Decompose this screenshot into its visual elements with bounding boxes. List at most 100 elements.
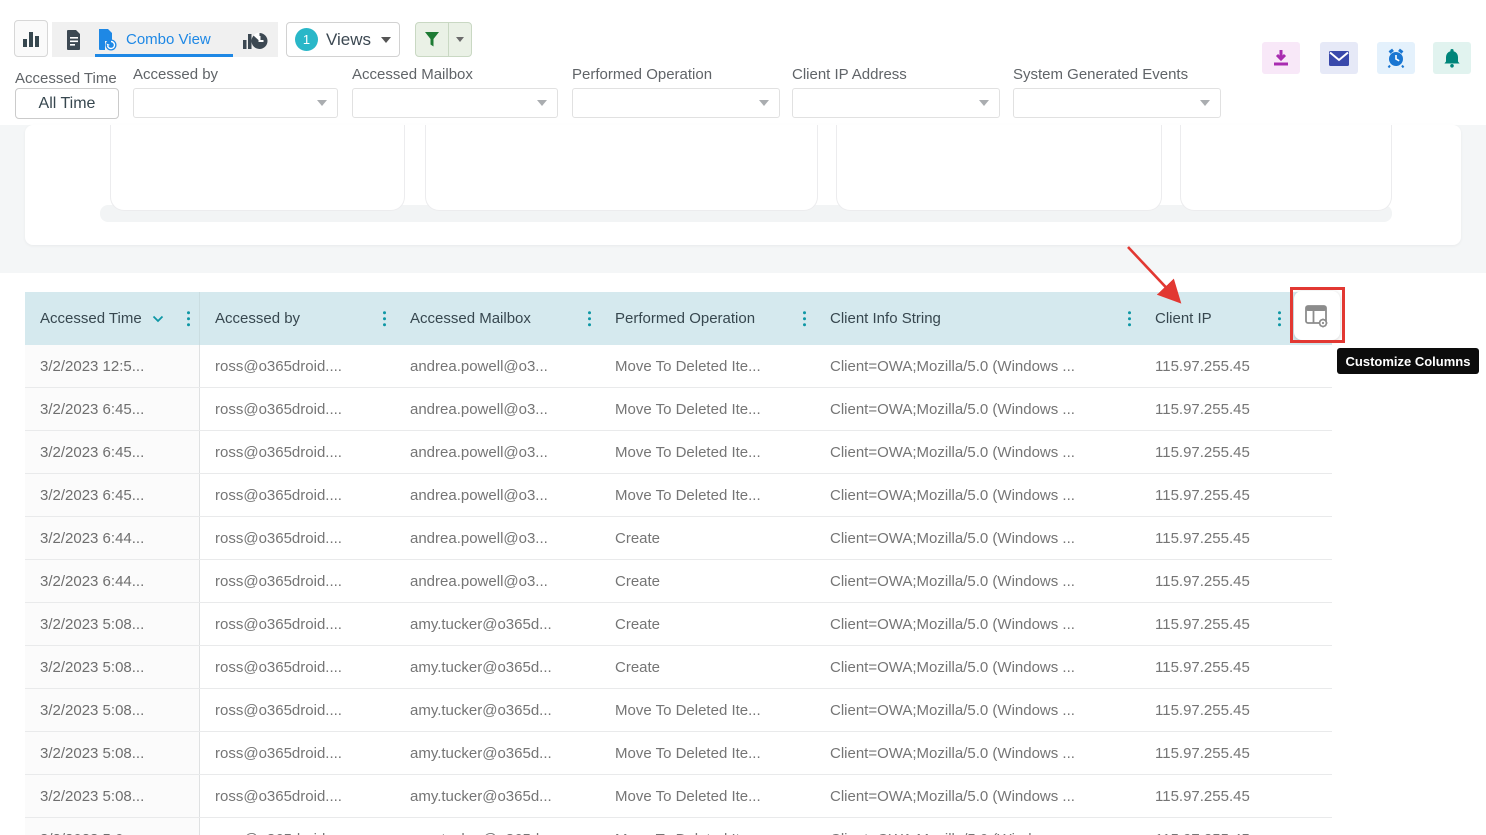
cell-performed-operation: Create [600,560,815,602]
cell-performed-operation: Create [600,646,815,688]
cell-accessed-mailbox: amy.tucker@o365d... [395,689,600,731]
table-row[interactable]: 3/2/2023 5:08...ross@o365droid....amy.tu… [25,646,1332,689]
schedule-button[interactable] [1377,42,1415,74]
table-row[interactable]: 3/2/2023 5:08...ross@o365droid....amy.tu… [25,603,1332,646]
table-row[interactable]: 3/2/2023 6:44...ross@o365droid....andrea… [25,517,1332,560]
table-row[interactable]: 3/2/2023 6:44...ross@o365droid....andrea… [25,560,1332,603]
cell-client-info-string: Client=OWA;Mozilla/5.0 (Window... [815,818,1140,835]
column-menu-icon[interactable] [187,311,191,327]
combo-view-icon [96,28,118,51]
filter-options-button[interactable] [449,23,471,56]
column-header-client-info-string[interactable]: Client Info String [815,292,1140,345]
views-dropdown-button[interactable]: 1 Views [286,22,400,57]
accessed-by-select[interactable] [133,88,338,118]
cell-accessed-by: ross@o365droid.... [200,431,395,473]
column-header-client-ip[interactable]: Client IP [1140,292,1290,345]
cell-accessed-mailbox: amy.tucker@o365d... [395,732,600,774]
cell-accessed-time: 3/2/2023 6:45... [25,388,200,430]
cell-client-ip: 115.97.255.45 [1140,818,1290,835]
notification-button[interactable] [1433,42,1471,74]
download-icon [1272,49,1290,67]
table-row[interactable]: 3/2/2023 6:45...ross@o365droid....andrea… [25,474,1332,517]
filter-label-accessed-time: Accessed Time [15,70,117,87]
column-menu-icon[interactable] [588,311,592,327]
column-header-accessed-mailbox[interactable]: Accessed Mailbox [395,292,600,345]
summary-card [425,125,818,211]
tab-combo-view[interactable]: Combo View [96,28,211,51]
filter-split-button[interactable] [415,22,472,57]
row-filler [1290,560,1332,602]
cell-client-info-string: Client=OWA;Mozilla/5.0 (Windows ... [815,474,1140,516]
column-header-accessed-time[interactable]: Accessed Time [25,292,200,345]
table-row[interactable]: 3/2/2023 6:45...ross@o365droid....andrea… [25,431,1332,474]
cell-accessed-time: 3/2/2023 6:45... [25,431,200,473]
table-row[interactable]: 3/2/2023 5:08...ross@o365droid....amy.tu… [25,732,1332,775]
cell-accessed-mailbox: andrea.powell@o3... [395,388,600,430]
cell-client-ip: 115.97.255.45 [1140,431,1290,473]
table-row[interactable]: 3/2/2023 12:5...ross@o365droid....andrea… [25,345,1332,388]
cell-client-info-string: Client=OWA;Mozilla/5.0 (Windows ... [815,646,1140,688]
sort-descending-icon [152,315,164,323]
column-label: Performed Operation [615,310,755,327]
cell-client-info-string: Client=OWA;Mozilla/5.0 (Windows ... [815,431,1140,473]
cell-client-ip: 115.97.255.45 [1140,517,1290,559]
cell-accessed-by: ross@o365droid.... [200,603,395,645]
client-ip-address-select[interactable] [792,88,1000,118]
column-header-performed-operation[interactable]: Performed Operation [600,292,815,345]
table-row[interactable]: 3/2/2023 5:0...ross@o365droid....amy.tuc… [25,818,1332,835]
table-row[interactable]: 3/2/2023 6:45...ross@o365droid....andrea… [25,388,1332,431]
chevron-down-icon [979,100,989,106]
export-button[interactable] [1262,42,1300,74]
column-menu-icon[interactable] [1128,311,1132,327]
mailbox-audit-report-page: Combo View 1 Views [0,0,1486,835]
cell-accessed-mailbox: andrea.powell@o3... [395,345,600,387]
cell-accessed-time: 3/2/2023 6:45... [25,474,200,516]
column-label: Client Info String [830,310,941,327]
cell-accessed-by: ross@o365droid.... [200,345,395,387]
row-filler [1290,388,1332,430]
bell-icon [1443,48,1461,68]
filter-button[interactable] [416,23,449,56]
cell-accessed-by: ross@o365droid.... [200,388,395,430]
chart-pie-view-tab[interactable] [242,29,268,56]
table-row[interactable]: 3/2/2023 5:08...ross@o365droid....amy.tu… [25,775,1332,818]
cell-performed-operation: Move To Deleted Ite... [600,732,815,774]
cell-accessed-mailbox: andrea.powell@o3... [395,431,600,473]
performed-operation-select[interactable] [572,88,780,118]
cell-performed-operation: Move To Deleted Ite... [600,345,815,387]
email-button[interactable] [1320,42,1358,74]
cell-accessed-by: ross@o365droid.... [200,474,395,516]
cell-performed-operation: Create [600,517,815,559]
cell-accessed-mailbox: andrea.powell@o3... [395,560,600,602]
table-view-tab[interactable] [64,29,84,56]
envelope-icon [1329,51,1349,66]
row-filler [1290,345,1332,387]
cell-client-ip: 115.97.255.45 [1140,732,1290,774]
audit-table: Accessed Time Accessed by Accessed Mailb… [25,292,1332,835]
accessed-mailbox-select[interactable] [352,88,558,118]
table-row[interactable]: 3/2/2023 5:08...ross@o365droid....amy.tu… [25,689,1332,732]
column-menu-icon[interactable] [383,311,387,327]
cell-client-ip: 115.97.255.45 [1140,646,1290,688]
tab-combo-view-label: Combo View [126,31,211,48]
column-menu-icon[interactable] [803,311,807,327]
cell-accessed-time: 3/2/2023 5:08... [25,689,200,731]
cell-accessed-by: ross@o365droid.... [200,732,395,774]
cell-accessed-by: ross@o365droid.... [200,560,395,602]
bar-chart-view-button[interactable] [14,20,48,57]
document-report-icon [64,29,84,51]
column-label: Accessed by [215,310,300,327]
column-header-accessed-by[interactable]: Accessed by [200,292,395,345]
system-generated-events-select[interactable] [1013,88,1221,118]
cell-client-info-string: Client=OWA;Mozilla/5.0 (Windows ... [815,388,1140,430]
column-label: Accessed Mailbox [410,310,531,327]
cell-accessed-time: 3/2/2023 6:44... [25,560,200,602]
row-filler [1290,818,1332,835]
filter-label-performed-operation: Performed Operation [572,66,712,83]
accessed-time-filter-button[interactable]: All Time [15,88,119,119]
charts-container [25,125,1461,245]
cell-client-ip: 115.97.255.45 [1140,388,1290,430]
cell-accessed-mailbox: andrea.powell@o3... [395,517,600,559]
row-filler [1290,775,1332,817]
column-menu-icon[interactable] [1278,311,1282,327]
